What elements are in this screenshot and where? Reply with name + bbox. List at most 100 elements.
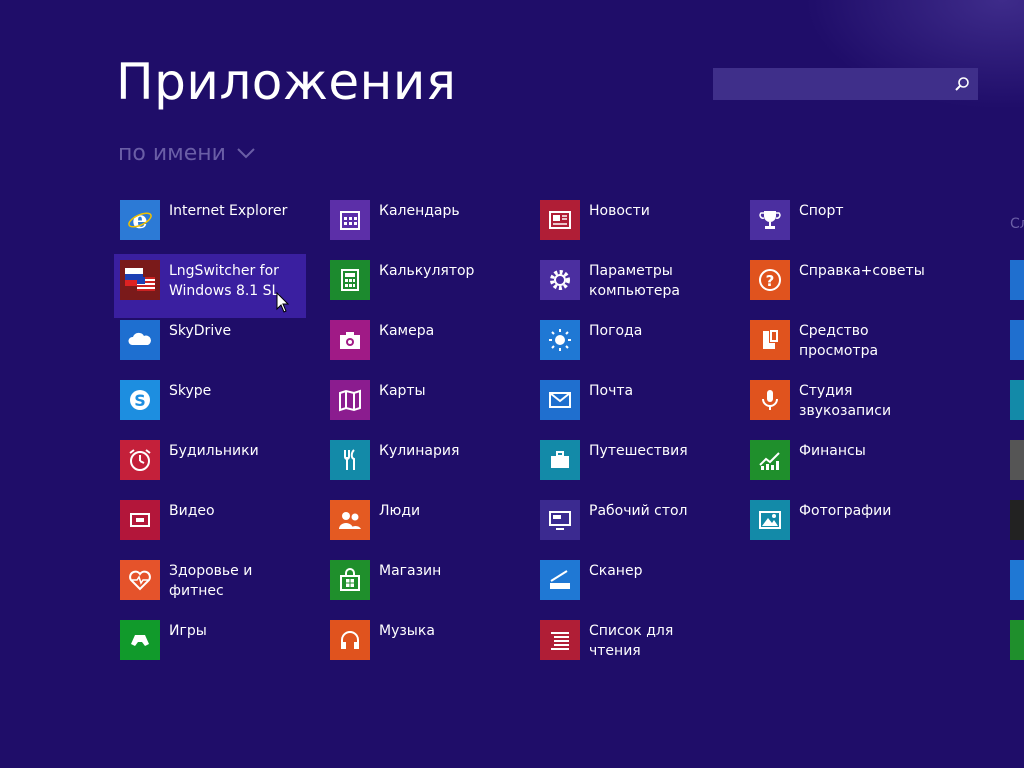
edge-app-tile[interactable] bbox=[1010, 620, 1024, 660]
app-label: Игры bbox=[169, 623, 207, 639]
edge-app-tile[interactable] bbox=[1010, 320, 1024, 360]
help-icon: ? bbox=[750, 260, 790, 300]
search-icon bbox=[955, 77, 969, 91]
app-label: Рабочий стол bbox=[589, 503, 688, 519]
news-icon bbox=[540, 200, 580, 240]
app-label: Видео bbox=[169, 503, 215, 519]
search-button[interactable] bbox=[946, 68, 978, 100]
sort-by-name-dropdown[interactable]: по имени bbox=[118, 138, 256, 168]
svg-text:?: ? bbox=[766, 272, 775, 290]
edge-app-tile[interactable] bbox=[1010, 500, 1024, 540]
svg-text:S: S bbox=[134, 391, 146, 410]
map-icon bbox=[330, 380, 370, 420]
gamepad-icon bbox=[120, 620, 160, 660]
app-label: SkyDrive bbox=[169, 323, 232, 339]
trophy-icon bbox=[750, 200, 790, 240]
app-label: Путешествия bbox=[589, 443, 688, 459]
app-tile-internet-explorer[interactable]: e Internet Explorer bbox=[114, 200, 306, 252]
app-label: Почта bbox=[589, 383, 634, 399]
app-label: LngSwitcher for Windows 8.1 SL bbox=[169, 263, 280, 299]
microphone-icon bbox=[750, 380, 790, 420]
app-tile-maps[interactable]: Карты bbox=[324, 380, 516, 432]
app-tile-store[interactable]: Магазин bbox=[324, 560, 516, 612]
edge-app-tile[interactable] bbox=[1010, 560, 1024, 600]
app-label: Студия звукозаписи bbox=[799, 383, 892, 419]
app-label: Магазин bbox=[379, 563, 442, 579]
app-tile-sound-recorder[interactable]: Студия звукозаписи bbox=[744, 380, 936, 432]
cloud-icon bbox=[120, 320, 160, 360]
headphones-icon bbox=[330, 620, 370, 660]
app-tile-help-tips[interactable]: ? Справка+советы bbox=[744, 260, 936, 312]
chart-icon bbox=[750, 440, 790, 480]
page-title: Приложения bbox=[116, 53, 457, 111]
app-label: Параметры компьютера bbox=[589, 263, 681, 299]
app-tile-reader[interactable]: Средство просмотра bbox=[744, 320, 936, 372]
app-tile-travel[interactable]: Путешествия bbox=[534, 440, 726, 492]
next-group-label: Сл bbox=[1010, 216, 1024, 232]
edge-app-tile[interactable] bbox=[1010, 260, 1024, 300]
app-label: Здоровье и фитнес bbox=[169, 563, 253, 599]
app-label: Фотографии bbox=[799, 503, 892, 519]
fork-knife-icon bbox=[330, 440, 370, 480]
app-label: Будильники bbox=[169, 443, 259, 459]
people-icon bbox=[330, 500, 370, 540]
search-box[interactable] bbox=[713, 68, 978, 100]
app-tile-health-fitness[interactable]: Здоровье и фитнес bbox=[114, 560, 306, 612]
suitcase-icon bbox=[540, 440, 580, 480]
app-label: Спорт bbox=[799, 203, 844, 219]
app-tile-games[interactable]: Игры bbox=[114, 620, 306, 672]
app-tile-video[interactable]: Видео bbox=[114, 500, 306, 552]
scanner-icon bbox=[540, 560, 580, 600]
app-tile-scanner[interactable]: Сканер bbox=[534, 560, 726, 612]
app-tile-weather[interactable]: Погода bbox=[534, 320, 726, 372]
edge-app-tile[interactable] bbox=[1010, 380, 1024, 420]
app-tile-people[interactable]: Люди bbox=[324, 500, 516, 552]
chevron-down-icon bbox=[237, 148, 255, 159]
app-label: Калькулятор bbox=[379, 263, 475, 279]
app-label: Справка+советы bbox=[799, 263, 925, 279]
search-input[interactable] bbox=[713, 68, 943, 100]
app-tile-sport[interactable]: Спорт bbox=[744, 200, 936, 252]
app-tile-alarms[interactable]: Будильники bbox=[114, 440, 306, 492]
app-tile-camera[interactable]: Камера bbox=[324, 320, 516, 372]
heart-pulse-icon bbox=[120, 560, 160, 600]
video-icon bbox=[120, 500, 160, 540]
calculator-icon bbox=[330, 260, 370, 300]
app-label: Музыка bbox=[379, 623, 435, 639]
gear-icon bbox=[540, 260, 580, 300]
app-tile-finance[interactable]: Финансы bbox=[744, 440, 936, 492]
app-label: Средство просмотра bbox=[799, 323, 879, 359]
app-label: Сканер bbox=[589, 563, 643, 579]
calendar-icon bbox=[330, 200, 370, 240]
reading-list-icon bbox=[540, 620, 580, 660]
app-label: Погода bbox=[589, 323, 643, 339]
internet-explorer-icon: e bbox=[120, 200, 160, 240]
app-tile-desktop[interactable]: Рабочий стол bbox=[534, 500, 726, 552]
app-tile-skydrive[interactable]: SkyDrive bbox=[114, 320, 306, 372]
app-tile-photos[interactable]: Фотографии bbox=[744, 500, 936, 552]
app-label: Камера bbox=[379, 323, 435, 339]
skype-icon: S bbox=[120, 380, 160, 420]
app-label: Кулинария bbox=[379, 443, 460, 459]
app-label: Новости bbox=[589, 203, 650, 219]
app-tile-calculator[interactable]: Калькулятор bbox=[324, 260, 516, 312]
app-tile-skype[interactable]: S Skype bbox=[114, 380, 306, 432]
alarm-clock-icon bbox=[120, 440, 160, 480]
app-tile-food-drink[interactable]: Кулинария bbox=[324, 440, 516, 492]
app-label: Skype bbox=[169, 383, 212, 399]
mouse-cursor-icon bbox=[276, 292, 290, 313]
flags-icon bbox=[120, 260, 160, 300]
app-tile-music[interactable]: Музыка bbox=[324, 620, 516, 672]
sort-label: по имени bbox=[118, 140, 226, 166]
app-tile-pc-settings[interactable]: Параметры компьютера bbox=[534, 260, 726, 312]
app-tile-mail[interactable]: Почта bbox=[534, 380, 726, 432]
app-tile-news[interactable]: Новости bbox=[534, 200, 726, 252]
svg-text:e: e bbox=[132, 207, 147, 233]
sun-icon bbox=[540, 320, 580, 360]
store-icon bbox=[330, 560, 370, 600]
edge-app-tile[interactable] bbox=[1010, 440, 1024, 480]
app-label: Internet Explorer bbox=[169, 203, 288, 219]
viewer-icon bbox=[750, 320, 790, 360]
app-tile-calendar[interactable]: Календарь bbox=[324, 200, 516, 252]
app-tile-reading-list[interactable]: Список для чтения bbox=[534, 620, 726, 672]
